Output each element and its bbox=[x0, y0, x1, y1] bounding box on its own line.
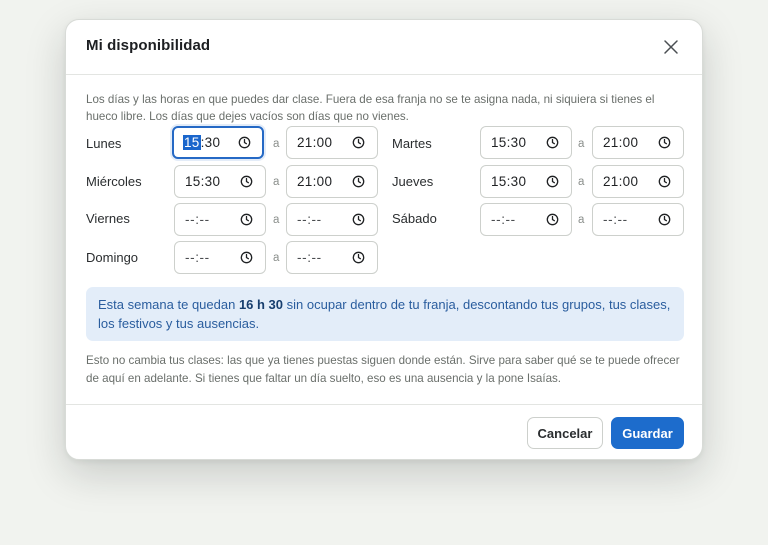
jueves-to-input[interactable]: 21:00 bbox=[592, 165, 684, 198]
time-value: --:-- bbox=[603, 212, 628, 227]
day-label-domingo: Domingo bbox=[86, 250, 139, 265]
time-value: --:-- bbox=[185, 250, 210, 265]
clock-icon bbox=[238, 136, 251, 149]
day-label-sabado: Sábado bbox=[392, 211, 437, 226]
time-value: --:-- bbox=[297, 212, 322, 227]
intro-text: Los días y las horas en que puedes dar c… bbox=[86, 93, 655, 123]
close-button[interactable] bbox=[662, 38, 680, 56]
time-value: 15:30 bbox=[183, 135, 221, 150]
time-value: --:-- bbox=[491, 212, 516, 227]
clock-icon bbox=[658, 136, 671, 149]
martes-to-input[interactable]: 21:00 bbox=[592, 126, 684, 159]
cancel-button[interactable]: Cancelar bbox=[527, 417, 603, 449]
range-separator: a bbox=[273, 214, 280, 226]
clock-icon bbox=[352, 175, 365, 188]
day-label-jueves: Jueves bbox=[392, 174, 434, 189]
clock-icon bbox=[240, 175, 253, 188]
dialog-title: Mi disponibilidad bbox=[86, 37, 211, 54]
availability-dialog: Mi disponibilidad Los días y las horas e… bbox=[65, 19, 703, 460]
time-value: --:-- bbox=[297, 250, 322, 265]
miercoles-to-input[interactable]: 21:00 bbox=[286, 165, 378, 198]
clock-icon bbox=[546, 175, 559, 188]
clock-icon bbox=[352, 251, 365, 264]
time-value: 15:30 bbox=[491, 135, 527, 150]
time-value: --:-- bbox=[185, 212, 210, 227]
viernes-from-input[interactable]: --:-- bbox=[174, 203, 266, 236]
viernes-to-input[interactable]: --:-- bbox=[286, 203, 378, 236]
clock-icon bbox=[352, 213, 365, 226]
remaining-hours-info: Esta semana te quedan 16 h 30 sin ocupar… bbox=[86, 287, 684, 341]
clock-icon bbox=[658, 213, 671, 226]
selected-hour: 15 bbox=[183, 135, 201, 150]
martes-from-input[interactable]: 15:30 bbox=[480, 126, 572, 159]
domingo-to-input[interactable]: --:-- bbox=[286, 241, 378, 274]
time-value: 21:00 bbox=[603, 174, 639, 189]
dialog-header: Mi disponibilidad bbox=[66, 20, 702, 75]
close-icon bbox=[664, 40, 678, 54]
clock-icon bbox=[658, 175, 671, 188]
remaining-hours-value: 16 h 30 bbox=[238, 297, 284, 312]
time-value: 21:00 bbox=[297, 135, 333, 150]
save-button[interactable]: Guardar bbox=[611, 417, 684, 449]
sabado-to-input[interactable]: --:-- bbox=[592, 203, 684, 236]
miercoles-from-input[interactable]: 15:30 bbox=[174, 165, 266, 198]
day-label-lunes: Lunes bbox=[86, 136, 122, 151]
info-prefix: Esta semana te quedan bbox=[98, 297, 239, 312]
clock-icon bbox=[240, 251, 253, 264]
range-separator: a bbox=[578, 214, 585, 226]
day-label-martes: Martes bbox=[392, 136, 432, 151]
clock-icon bbox=[352, 136, 365, 149]
lunes-from-input[interactable]: 15:30 bbox=[172, 126, 264, 159]
domingo-from-input[interactable]: --:-- bbox=[174, 241, 266, 274]
time-value: 21:00 bbox=[603, 135, 639, 150]
range-separator: a bbox=[273, 138, 280, 150]
time-value: 15:30 bbox=[491, 174, 527, 189]
help-note: Esto no cambia tus clases: las que ya ti… bbox=[86, 354, 680, 385]
range-separator: a bbox=[273, 176, 280, 188]
time-value: 21:00 bbox=[297, 174, 333, 189]
time-value: 15:30 bbox=[185, 174, 221, 189]
lunes-to-input[interactable]: 21:00 bbox=[286, 126, 378, 159]
clock-icon bbox=[546, 213, 559, 226]
clock-icon bbox=[546, 136, 559, 149]
range-separator: a bbox=[273, 252, 280, 264]
day-label-viernes: Viernes bbox=[86, 211, 130, 226]
day-label-miercoles: Miércoles bbox=[86, 174, 142, 189]
range-separator: a bbox=[578, 138, 585, 150]
range-separator: a bbox=[578, 176, 585, 188]
jueves-from-input[interactable]: 15:30 bbox=[480, 165, 572, 198]
clock-icon bbox=[240, 213, 253, 226]
sabado-from-input[interactable]: --:-- bbox=[480, 203, 572, 236]
dialog-footer: Cancelar Guardar bbox=[66, 404, 702, 462]
